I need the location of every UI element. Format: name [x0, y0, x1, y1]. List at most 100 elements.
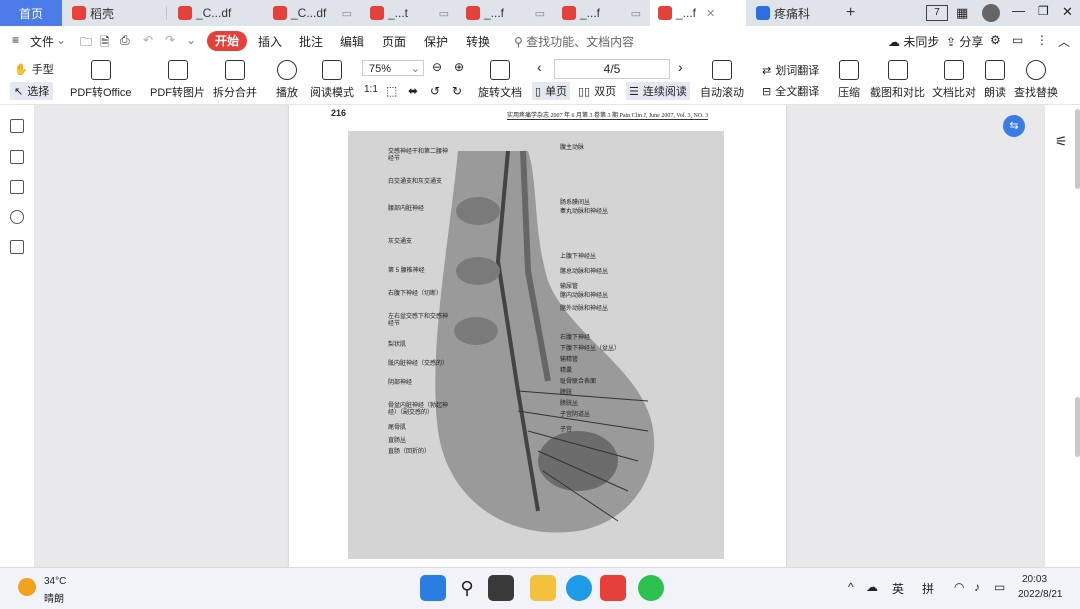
file-explorer-icon[interactable] [530, 575, 556, 601]
read-aloud-button[interactable]: 朗读 [984, 60, 1006, 100]
wps-icon[interactable] [600, 575, 626, 601]
single-page-button[interactable]: ▯ 单页 [532, 82, 571, 100]
clock-time[interactable]: 20:03 [1022, 574, 1047, 585]
window-count-badge[interactable]: 7 [926, 5, 948, 21]
new-tab-button[interactable]: + [846, 4, 855, 22]
tab-pdf-4[interactable]: _...f ▭ [458, 0, 553, 26]
undo-icon[interactable]: ↶ [143, 33, 153, 47]
rotate-doc-button[interactable]: 旋转文档 [478, 60, 522, 100]
scrollbar-thumb-top[interactable] [1075, 109, 1080, 189]
tab-pain-dept[interactable]: 疼痛科 [748, 0, 838, 26]
comment-icon[interactable] [10, 180, 24, 194]
tab-pdf-1[interactable]: _C...df [170, 0, 265, 26]
battery-icon[interactable]: ▭ [994, 580, 1005, 594]
volume-icon[interactable]: ♪ [974, 580, 980, 594]
menu-edit[interactable]: 编辑 [340, 33, 364, 50]
more-icon[interactable]: ⌄ [186, 33, 196, 47]
next-page-icon[interactable]: › [678, 59, 683, 75]
menu-page[interactable]: 页面 [382, 33, 406, 50]
search-icon[interactable]: ⚲ [454, 575, 480, 601]
tab-pdf-3[interactable]: _...t ▭ [362, 0, 457, 26]
menu-start[interactable]: 开始 [207, 31, 248, 51]
redo-icon[interactable]: ↷ [165, 33, 175, 47]
rotate-doc-icon [490, 60, 510, 80]
floating-translate-icon[interactable]: ⇆ [1003, 115, 1025, 137]
actual-size-icon[interactable]: 1:1 [364, 84, 378, 95]
settings-icon[interactable]: ⚙ [990, 33, 1001, 47]
menu-convert[interactable]: 转换 [466, 33, 490, 50]
ime-mode[interactable]: 拼 [922, 580, 934, 597]
menu-insert[interactable]: 插入 [258, 33, 282, 50]
tab-home[interactable]: 首页 [0, 0, 62, 26]
play-button[interactable]: 播放 [276, 60, 298, 100]
bookmark-icon[interactable] [10, 119, 24, 133]
clock-date[interactable]: 2022/8/21 [1018, 589, 1063, 600]
pdf-to-office-button[interactable]: PDF转Office [70, 60, 132, 100]
collapse-ribbon-icon[interactable]: ︿ [1058, 33, 1070, 50]
print-icon[interactable]: ⎙ [120, 33, 130, 48]
tab-pdf-active[interactable]: _...f ✕ [650, 0, 746, 26]
sync-status[interactable]: ☁ 未同步 [888, 33, 939, 50]
more-menu-icon[interactable]: ⋮ [1036, 33, 1048, 47]
minimize-icon[interactable]: — [1012, 3, 1025, 18]
comment-icon[interactable]: ▭ [1012, 33, 1023, 47]
open-folder-icon[interactable]: 🗀 [80, 33, 92, 54]
document-viewport[interactable]: 216 实用疼痛学杂志 2007 年 6 月第 3 卷第 3 期 Pain Cl… [35, 105, 1043, 567]
read-mode-button[interactable]: 阅读模式 [310, 60, 354, 100]
select-tool[interactable]: ↖ 选择 [10, 82, 54, 100]
attachment-icon[interactable] [10, 210, 24, 224]
wifi-icon[interactable]: ◠ [954, 580, 964, 594]
network-tray-icon[interactable]: ☁ [866, 580, 878, 594]
search-box[interactable]: ⚲ 查找功能、文档内容 [514, 33, 634, 50]
wechat-icon[interactable] [638, 575, 664, 601]
browser-icon[interactable] [566, 575, 592, 601]
properties-icon[interactable]: ⚟ [1055, 133, 1068, 150]
doc-compare-button[interactable]: 文档比对 [932, 60, 976, 100]
menu-protect[interactable]: 保护 [424, 33, 448, 50]
word-translate-button[interactable]: ⇄ 划词翻译 [762, 62, 819, 78]
hand-tool[interactable]: ✋ 手型 [14, 61, 54, 77]
menu-file[interactable]: 文件 [30, 33, 54, 50]
chevron-up-icon[interactable]: ^ [848, 580, 854, 594]
windows-start-icon[interactable] [420, 575, 446, 601]
signature-icon[interactable] [10, 240, 24, 254]
restore-icon[interactable]: ❐ [1038, 4, 1049, 18]
tab-docer[interactable]: 稻壳 [64, 0, 164, 26]
tab-pdf-2[interactable]: _C...df ▭ [265, 0, 360, 26]
autoscroll-button[interactable]: 自动滚动 [700, 60, 744, 100]
rotate-right-icon[interactable]: ↻ [452, 84, 462, 98]
task-view-icon[interactable] [488, 575, 514, 601]
pdf-to-image-button[interactable]: PDF转图片 [150, 60, 205, 100]
menu-annotate[interactable]: 批注 [299, 33, 323, 50]
ime-language[interactable]: 英 [892, 580, 904, 597]
full-translate-button[interactable]: ⊟ 全文翻译 [762, 83, 819, 99]
weather-desc[interactable]: 晴朗 [44, 590, 64, 605]
grid-icon[interactable]: ▦ [956, 5, 968, 21]
page-number-input[interactable]: 4/5 [554, 59, 670, 79]
thumbnail-icon[interactable] [10, 150, 24, 164]
screenshot-compare-button[interactable]: 截图和对比 [870, 60, 925, 100]
weather-temp[interactable]: 34°C [44, 576, 66, 587]
zoom-in-icon[interactable]: ⊕ [454, 60, 464, 74]
tab-pdf-5[interactable]: _...f ▭ [554, 0, 649, 26]
fit-width-icon[interactable]: ⬌ [408, 84, 418, 98]
prev-page-icon[interactable]: ‹ [537, 59, 542, 75]
hamburger-icon[interactable]: ≡ [12, 33, 19, 47]
compress-button[interactable]: 压缩 [838, 60, 860, 100]
close-window-icon[interactable]: ✕ [1062, 4, 1073, 20]
zoom-select[interactable]: 75% ⌄ [362, 60, 424, 76]
scrollbar-thumb[interactable] [1075, 397, 1080, 457]
continuous-read-button[interactable]: ☰ 连续阅读 [626, 82, 690, 100]
double-page-button[interactable]: ▯▯ 双页 [578, 83, 616, 99]
rotate-left-icon[interactable]: ↺ [430, 84, 440, 98]
save-icon[interactable]: 🗎 [100, 33, 110, 54]
share-button[interactable]: ⇪ 分享 [946, 33, 983, 50]
find-replace-button[interactable]: 查找替换 [1014, 60, 1058, 100]
zoom-out-icon[interactable]: ⊖ [432, 60, 442, 74]
page-number: 216 [331, 108, 347, 118]
chevron-down-icon[interactable]: ⌄ [56, 33, 66, 47]
split-merge-button[interactable]: 拆分合并 [213, 60, 257, 100]
avatar[interactable] [982, 4, 1000, 22]
close-icon[interactable]: ✕ [706, 7, 715, 20]
fit-page-icon[interactable]: ⬚ [386, 84, 397, 98]
